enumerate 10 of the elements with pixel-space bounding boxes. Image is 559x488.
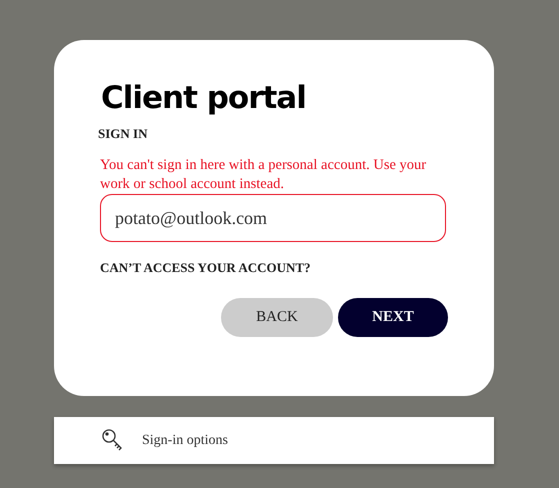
help-link[interactable]: CAN’T ACCESS YOUR ACCOUNT?: [100, 260, 311, 276]
email-field[interactable]: potato@outlook.com: [100, 194, 446, 242]
page-title: Client portal: [101, 80, 307, 116]
options-label: Sign-in options: [142, 432, 228, 448]
error-message: You can't sign in here with a personal account. Use your work or school account instead.: [100, 156, 428, 194]
sign-in-options-bar[interactable]: Sign-in options: [54, 417, 494, 464]
next-button[interactable]: NEXT: [338, 298, 448, 337]
key-icon: [102, 428, 124, 452]
section-heading: SIGN IN: [98, 126, 148, 142]
back-button[interactable]: BACK: [221, 298, 333, 337]
